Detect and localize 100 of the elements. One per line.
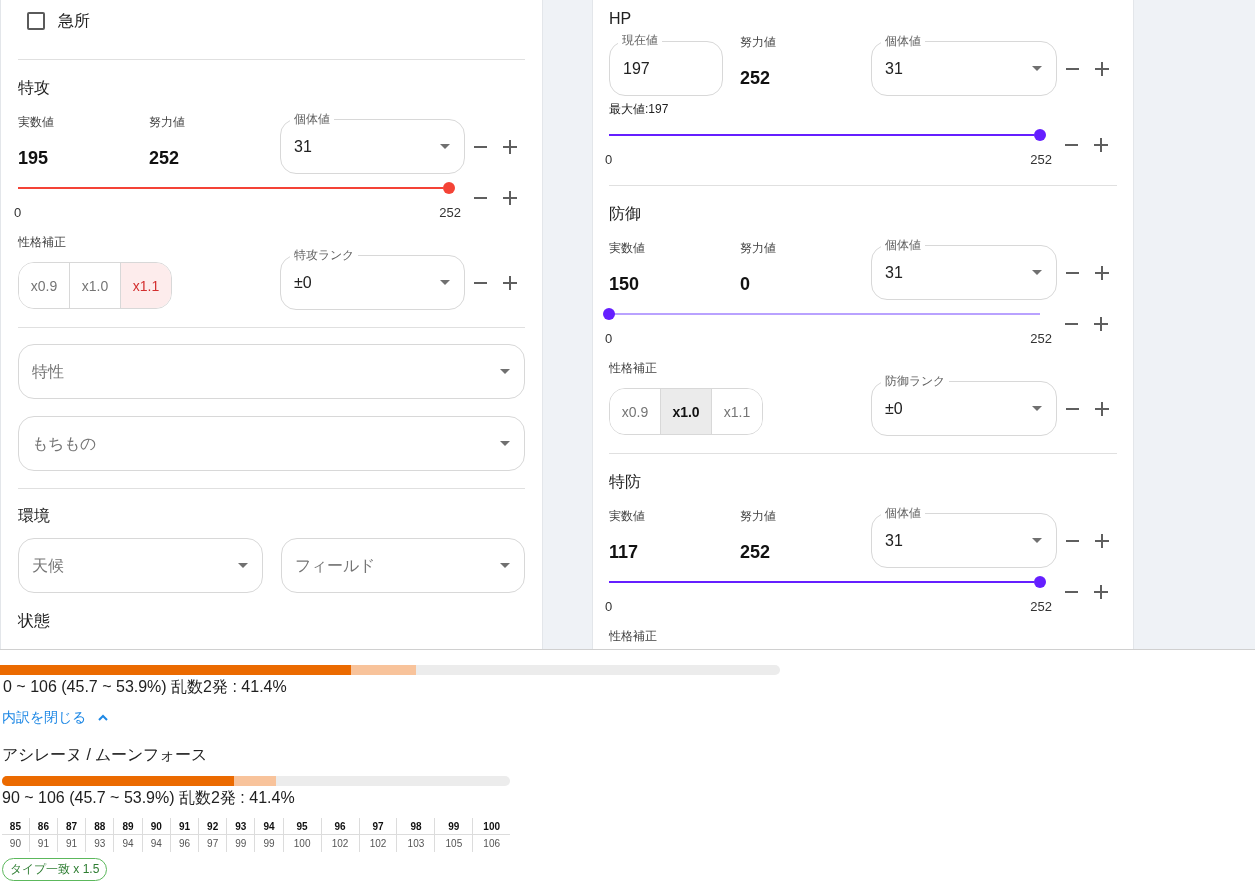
plus-icon — [503, 139, 517, 154]
stat-label: 実数値 — [18, 114, 55, 131]
field-label: 個体値 — [290, 111, 334, 127]
section-title: 状態 — [18, 611, 51, 631]
slider-max-label: 252 — [1030, 152, 1052, 168]
table-header-cell: 98 — [396, 818, 435, 835]
stat-value: 195 — [18, 147, 50, 170]
table-cell: 97 — [198, 834, 227, 852]
field-label: 現在値 — [618, 32, 662, 48]
minus-icon — [473, 281, 487, 284]
table-cell: 106 — [472, 834, 510, 852]
plus-icon — [1094, 585, 1108, 599]
stat-label: 努力値 — [740, 34, 777, 51]
damage-summary: 0 ~ 106 (45.7 ~ 53.9%) 乱数2発 : 41.4% — [3, 677, 287, 697]
table-header-cell: 91 — [170, 818, 199, 835]
stat-label: 性格補正 — [609, 628, 658, 645]
plus-icon — [1095, 265, 1109, 280]
plus-icon — [1095, 61, 1109, 76]
plus-icon — [1094, 138, 1108, 152]
table-cell: 94 — [142, 834, 171, 852]
stat-value: 150 — [609, 273, 641, 296]
table-header-cell: 99 — [434, 818, 473, 835]
stat-label: 性格補正 — [609, 360, 658, 377]
table-cell: 99 — [226, 834, 255, 852]
slider-thumb[interactable] — [1034, 576, 1046, 588]
environment-select[interactable]: 天候 — [18, 538, 263, 593]
minus-icon — [1064, 323, 1078, 325]
field-label: 特攻ランク — [290, 247, 358, 263]
stat-label: 努力値 — [149, 114, 186, 131]
caret-icon — [237, 563, 248, 568]
stat-value: 0 — [740, 273, 751, 296]
checkbox[interactable] — [27, 12, 45, 30]
caret-icon — [500, 563, 510, 568]
table-header-cell: 97 — [359, 818, 397, 835]
plus-icon — [503, 191, 517, 205]
table-cell: 91 — [57, 834, 86, 852]
table-cell: 96 — [170, 834, 199, 852]
checkbox-label: 急所 — [58, 11, 90, 31]
nature-toggle[interactable]: x1.0 — [660, 389, 711, 434]
table-header-cell: 85 — [2, 818, 30, 835]
caret-icon — [1032, 66, 1042, 71]
slider-min-label: 0 — [14, 205, 22, 221]
minus-icon — [1065, 407, 1079, 410]
slider-min-label: 0 — [605, 599, 613, 615]
stat-label: 努力値 — [740, 508, 777, 525]
stat-value: 117 — [609, 541, 640, 564]
slider-max-label: 252 — [439, 205, 461, 221]
section-title: 環境 — [18, 506, 51, 526]
slider-thumb[interactable] — [1034, 129, 1046, 141]
table-header-cell: 89 — [113, 818, 143, 835]
section-title: HP — [609, 9, 633, 29]
slider-thumb[interactable] — [443, 182, 455, 194]
table-cell: 99 — [254, 834, 284, 852]
field-label: 個体値 — [881, 505, 925, 521]
plus-icon — [1094, 317, 1108, 331]
environment-select[interactable]: フィールド — [280, 538, 525, 593]
section-title: 特防 — [609, 472, 642, 492]
slider-min-label: 0 — [605, 331, 613, 347]
stat-label: 性格補正 — [18, 234, 67, 251]
plus-icon — [1095, 401, 1109, 416]
nature-toggle[interactable]: x1.1 — [120, 263, 171, 308]
ability-select[interactable]: 特性 — [18, 344, 525, 399]
table-header-cell: 100 — [472, 818, 510, 835]
minus-icon — [473, 197, 487, 199]
minus-icon — [1064, 144, 1078, 146]
damage-summary: 90 ~ 106 (45.7 ~ 53.9%) 乱数2発 : 41.4% — [2, 788, 295, 808]
table-cell: 93 — [85, 834, 114, 852]
move-title: アシレーヌ / ムーンフォース — [2, 745, 208, 765]
table-header-cell: 94 — [254, 818, 284, 835]
caret-icon — [500, 441, 510, 446]
minus-icon — [1065, 539, 1079, 542]
table-header-cell: 95 — [283, 818, 322, 835]
stat-value: 252 — [149, 147, 181, 170]
breakdown-toggle-link[interactable]: 内訳を閉じる — [2, 707, 108, 727]
table-cell: 103 — [396, 834, 435, 852]
caret-icon — [500, 369, 510, 374]
caret-icon — [440, 280, 450, 285]
slider-max-label: 252 — [1030, 599, 1052, 615]
table-header-cell: 90 — [142, 818, 171, 835]
section-title: 防御 — [609, 204, 642, 224]
slider-thumb[interactable] — [603, 308, 615, 320]
nature-toggle[interactable]: x1.1 — [711, 389, 762, 434]
table-cell: 100 — [283, 834, 322, 852]
stat-value: 252 — [740, 67, 772, 90]
slider-max-label: 252 — [1030, 331, 1052, 347]
field-label: 防御ランク — [881, 373, 949, 389]
minus-icon — [1064, 591, 1078, 593]
stat-label: 実数値 — [609, 240, 646, 257]
minus-icon — [1065, 271, 1079, 274]
minus-icon — [1065, 67, 1079, 70]
table-header-cell: 96 — [321, 818, 360, 835]
table-cell: 90 — [2, 834, 30, 852]
table-header-cell: 86 — [29, 818, 58, 835]
max-value-note: 最大値:197 — [609, 101, 670, 117]
table-header-cell: 92 — [198, 818, 227, 835]
table-header-cell: 87 — [57, 818, 86, 835]
item-select[interactable]: もちもの — [18, 416, 525, 471]
minus-icon — [473, 145, 487, 148]
stat-label: 努力値 — [740, 240, 777, 257]
slider-min-label: 0 — [605, 152, 613, 168]
